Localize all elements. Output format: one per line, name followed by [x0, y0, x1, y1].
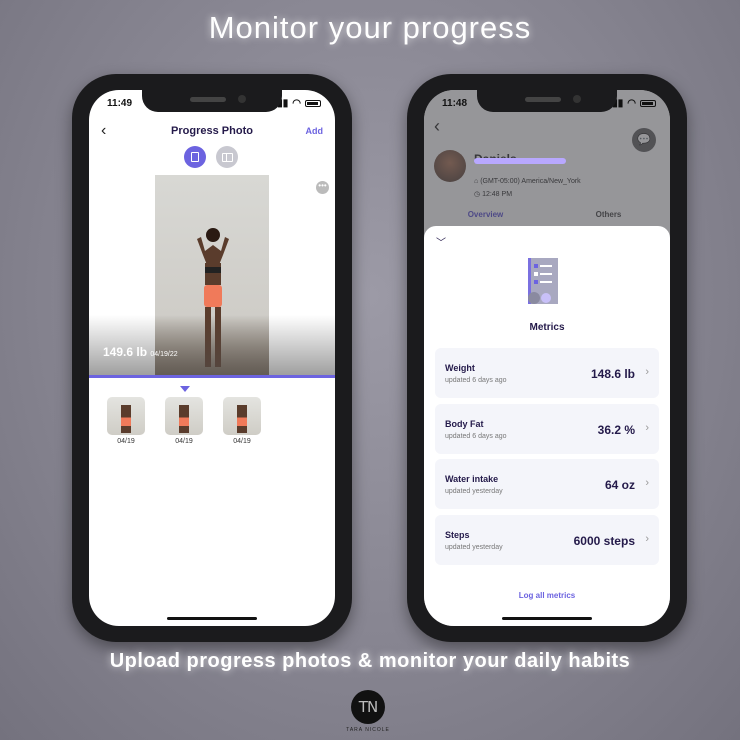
metric-updated: updated yesterday: [445, 544, 503, 551]
headline: Monitor your progress: [208, 10, 532, 45]
thumbnail-list: 04/19 04/19 04/19: [107, 397, 261, 445]
name-redaction: [474, 158, 566, 164]
metrics-title: Metrics: [529, 322, 565, 333]
metric-updated: updated 6 days ago: [445, 433, 507, 440]
more-options-button[interactable]: •••: [316, 181, 329, 194]
divider: [89, 375, 335, 378]
chevron-right-icon: ›: [645, 366, 649, 378]
footer-tagline: Upload progress photos & monitor your da…: [109, 650, 631, 672]
brand-logo: TN: [351, 690, 385, 724]
metric-value: 36.2 %: [597, 423, 635, 437]
battery-icon: [640, 100, 656, 107]
screen: 11:48 ▮▮◠ ‹ 💬 Daniels ⌂ (GMT-05:00) Amer…: [424, 90, 670, 626]
metric-value: 148.6 lb: [590, 367, 635, 381]
chevron-right-icon: ›: [645, 422, 649, 434]
collapse-chevron-icon[interactable]: ﹀: [436, 234, 446, 249]
thumbnail-date: 04/19: [117, 438, 135, 445]
photo-weight: 149.6 lb 04/19/22: [103, 345, 178, 359]
compare-view-button[interactable]: [216, 146, 238, 168]
thumbnail[interactable]: 04/19: [223, 397, 261, 445]
status-time: 11:49: [107, 98, 133, 109]
metric-card-weight[interactable]: Weight updated 6 days ago 148.6 lb ›: [435, 348, 659, 398]
log-all-metrics-link[interactable]: Log all metrics: [424, 591, 670, 600]
chevron-right-icon: ›: [645, 477, 649, 489]
home-indicator: [167, 617, 257, 620]
metric-updated: updated 6 days ago: [445, 377, 507, 384]
notch: [477, 90, 617, 112]
chevron-right-icon: ›: [645, 533, 649, 545]
nav-bar: ‹ Progress Photo Add: [89, 122, 335, 142]
thumbnail-date: 04/19: [175, 438, 193, 445]
metrics-sheet: ﹀ Metrics Weight updated 6 days ago 148.…: [424, 226, 670, 626]
metric-label: Steps: [445, 530, 470, 540]
page-title: Progress Photo: [171, 125, 253, 137]
metric-card-water-intake[interactable]: Water intake updated yesterday 64 oz ›: [435, 459, 659, 509]
metric-value: 6000 steps: [573, 534, 635, 548]
phone-progress-photo: 11:49 ▮▮ ◠ ‹ Progress Photo Add ••• 149.6…: [72, 74, 352, 642]
screen: 11:49 ▮▮ ◠ ‹ Progress Photo Add ••• 149.6…: [89, 90, 335, 626]
metric-label: Weight: [445, 363, 475, 373]
home-indicator: [502, 617, 592, 620]
photo-viewer: ••• 149.6 lb 04/19/22: [89, 175, 335, 377]
wifi-icon: ◠: [627, 98, 636, 109]
add-button[interactable]: Add: [306, 126, 324, 136]
thumbnail-image: [223, 397, 261, 435]
metric-label: Water intake: [445, 474, 499, 484]
thumbnail-date: 04/19: [233, 438, 251, 445]
thumbnail[interactable]: 04/19: [165, 397, 203, 445]
metric-value: 64 oz: [604, 478, 635, 492]
phone-metrics: 11:48 ▮▮◠ ‹ 💬 Daniels ⌂ (GMT-05:00) Amer…: [407, 74, 687, 642]
weight-value: 149.6 lb: [103, 345, 148, 359]
compare-view-icon: [221, 152, 233, 162]
selected-indicator-icon: [180, 386, 190, 392]
photo-date: 04/19/22: [150, 351, 178, 358]
single-view-button[interactable]: [184, 146, 206, 168]
thumbnail-image: [165, 397, 203, 435]
brand-name: TARA NICOLE: [346, 727, 390, 733]
battery-icon: [305, 100, 321, 107]
metric-card-steps[interactable]: Steps updated yesterday 6000 steps ›: [435, 515, 659, 565]
notch: [142, 90, 282, 112]
metric-card-body-fat[interactable]: Body Fat updated 6 days ago 36.2 % ›: [435, 404, 659, 454]
single-view-icon: [191, 152, 199, 162]
thumbnail[interactable]: 04/19: [107, 397, 145, 445]
status-time: 11:48: [442, 98, 468, 109]
metric-updated: updated yesterday: [445, 488, 503, 495]
wifi-icon: ◠: [292, 98, 301, 109]
metric-label: Body Fat: [445, 419, 484, 429]
view-toggle: [184, 146, 238, 168]
thumbnail-image: [107, 397, 145, 435]
metrics-illustration-icon: [528, 258, 558, 304]
